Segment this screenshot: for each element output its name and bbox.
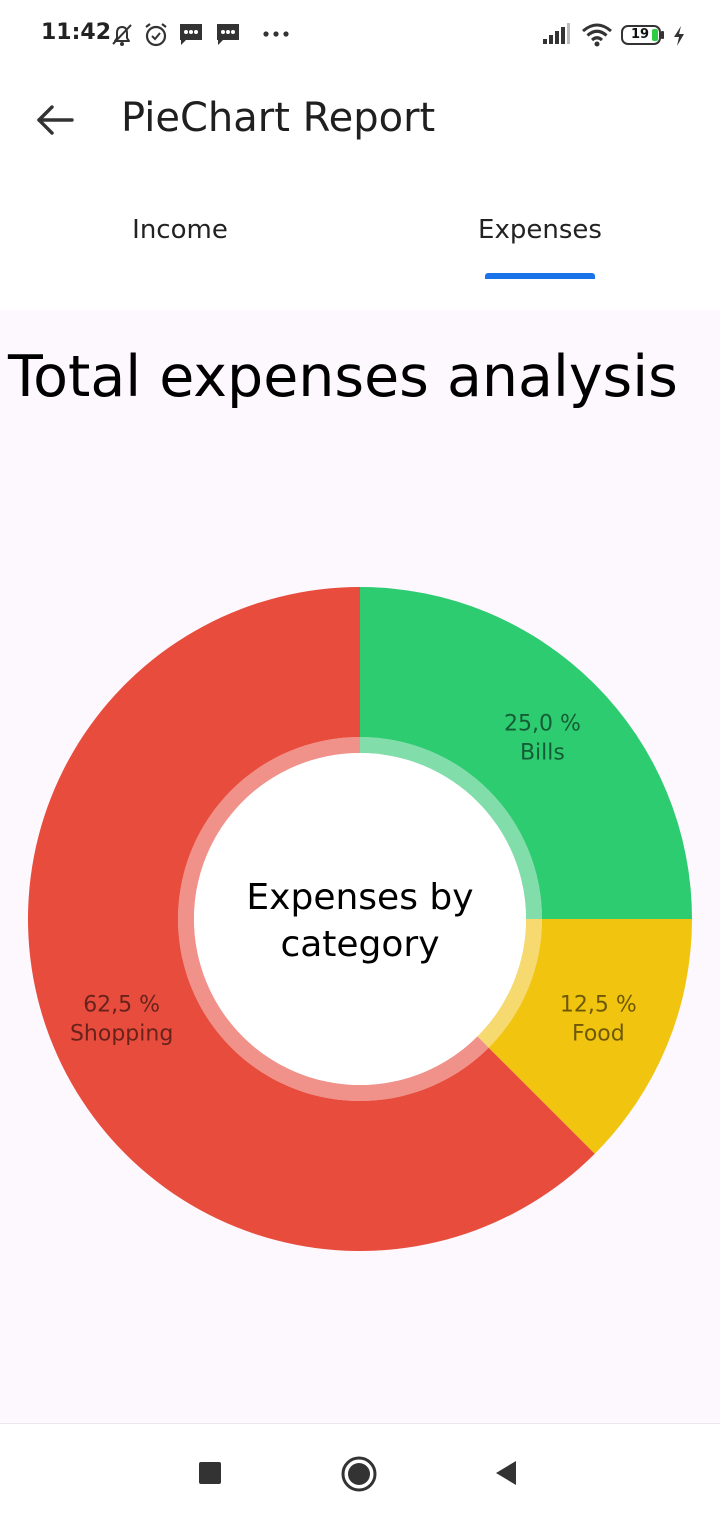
tab-bar: Income Expenses <box>0 190 720 310</box>
alarm-icon <box>145 23 167 47</box>
slice-value-label: 62,5 % <box>83 993 160 1018</box>
more-dots-icon <box>263 31 289 37</box>
status-time: 11:42 <box>41 20 112 45</box>
slice-value-label: 12,5 % <box>560 993 637 1018</box>
center-label-line-1: Expenses by <box>246 877 473 918</box>
tab-expenses[interactable]: Expenses <box>360 190 720 278</box>
back-nav-button[interactable] <box>493 1459 519 1491</box>
tab-expenses-label: Expenses <box>478 215 602 245</box>
home-icon <box>341 1456 377 1492</box>
battery-icon: 19 <box>621 25 665 45</box>
recent-apps-button[interactable] <box>198 1461 222 1489</box>
slice-value-label: 25,0 % <box>504 712 581 737</box>
slice-category-label: Bills <box>520 741 565 766</box>
system-nav-bar <box>0 1423 720 1521</box>
tab-income[interactable]: Income <box>0 190 360 278</box>
back-triangle-icon <box>496 1461 516 1485</box>
battery-level: 19 <box>630 27 650 42</box>
slice-category-label: Food <box>572 1022 625 1047</box>
slice-category-label: Shopping <box>70 1022 173 1047</box>
signal-icon <box>543 23 570 44</box>
tab-indicator <box>485 273 595 279</box>
silent-bell-icon <box>112 24 132 46</box>
charging-icon <box>674 26 684 46</box>
tab-income-label: Income <box>132 215 228 245</box>
wifi-icon <box>582 23 612 47</box>
home-button[interactable] <box>340 1455 378 1497</box>
recent-apps-icon <box>199 1462 221 1484</box>
message-icon <box>217 24 239 45</box>
app-bar: PieChart Report <box>0 70 720 170</box>
message-icon <box>180 24 202 45</box>
content-area: Total expenses analysis 25,0 % Bills 12,5 … <box>0 310 720 1423</box>
arrow-back-icon <box>37 105 74 135</box>
center-label-line-2: category <box>280 924 439 965</box>
donut-chart: 25,0 % Bills 12,5 % Food 62,5 % Shopping Expen… <box>28 587 692 1251</box>
page-title: PieChart Report <box>121 95 436 141</box>
status-bar: 11:42 19 <box>0 0 720 70</box>
back-button[interactable] <box>30 96 80 146</box>
donut-center <box>194 753 526 1085</box>
